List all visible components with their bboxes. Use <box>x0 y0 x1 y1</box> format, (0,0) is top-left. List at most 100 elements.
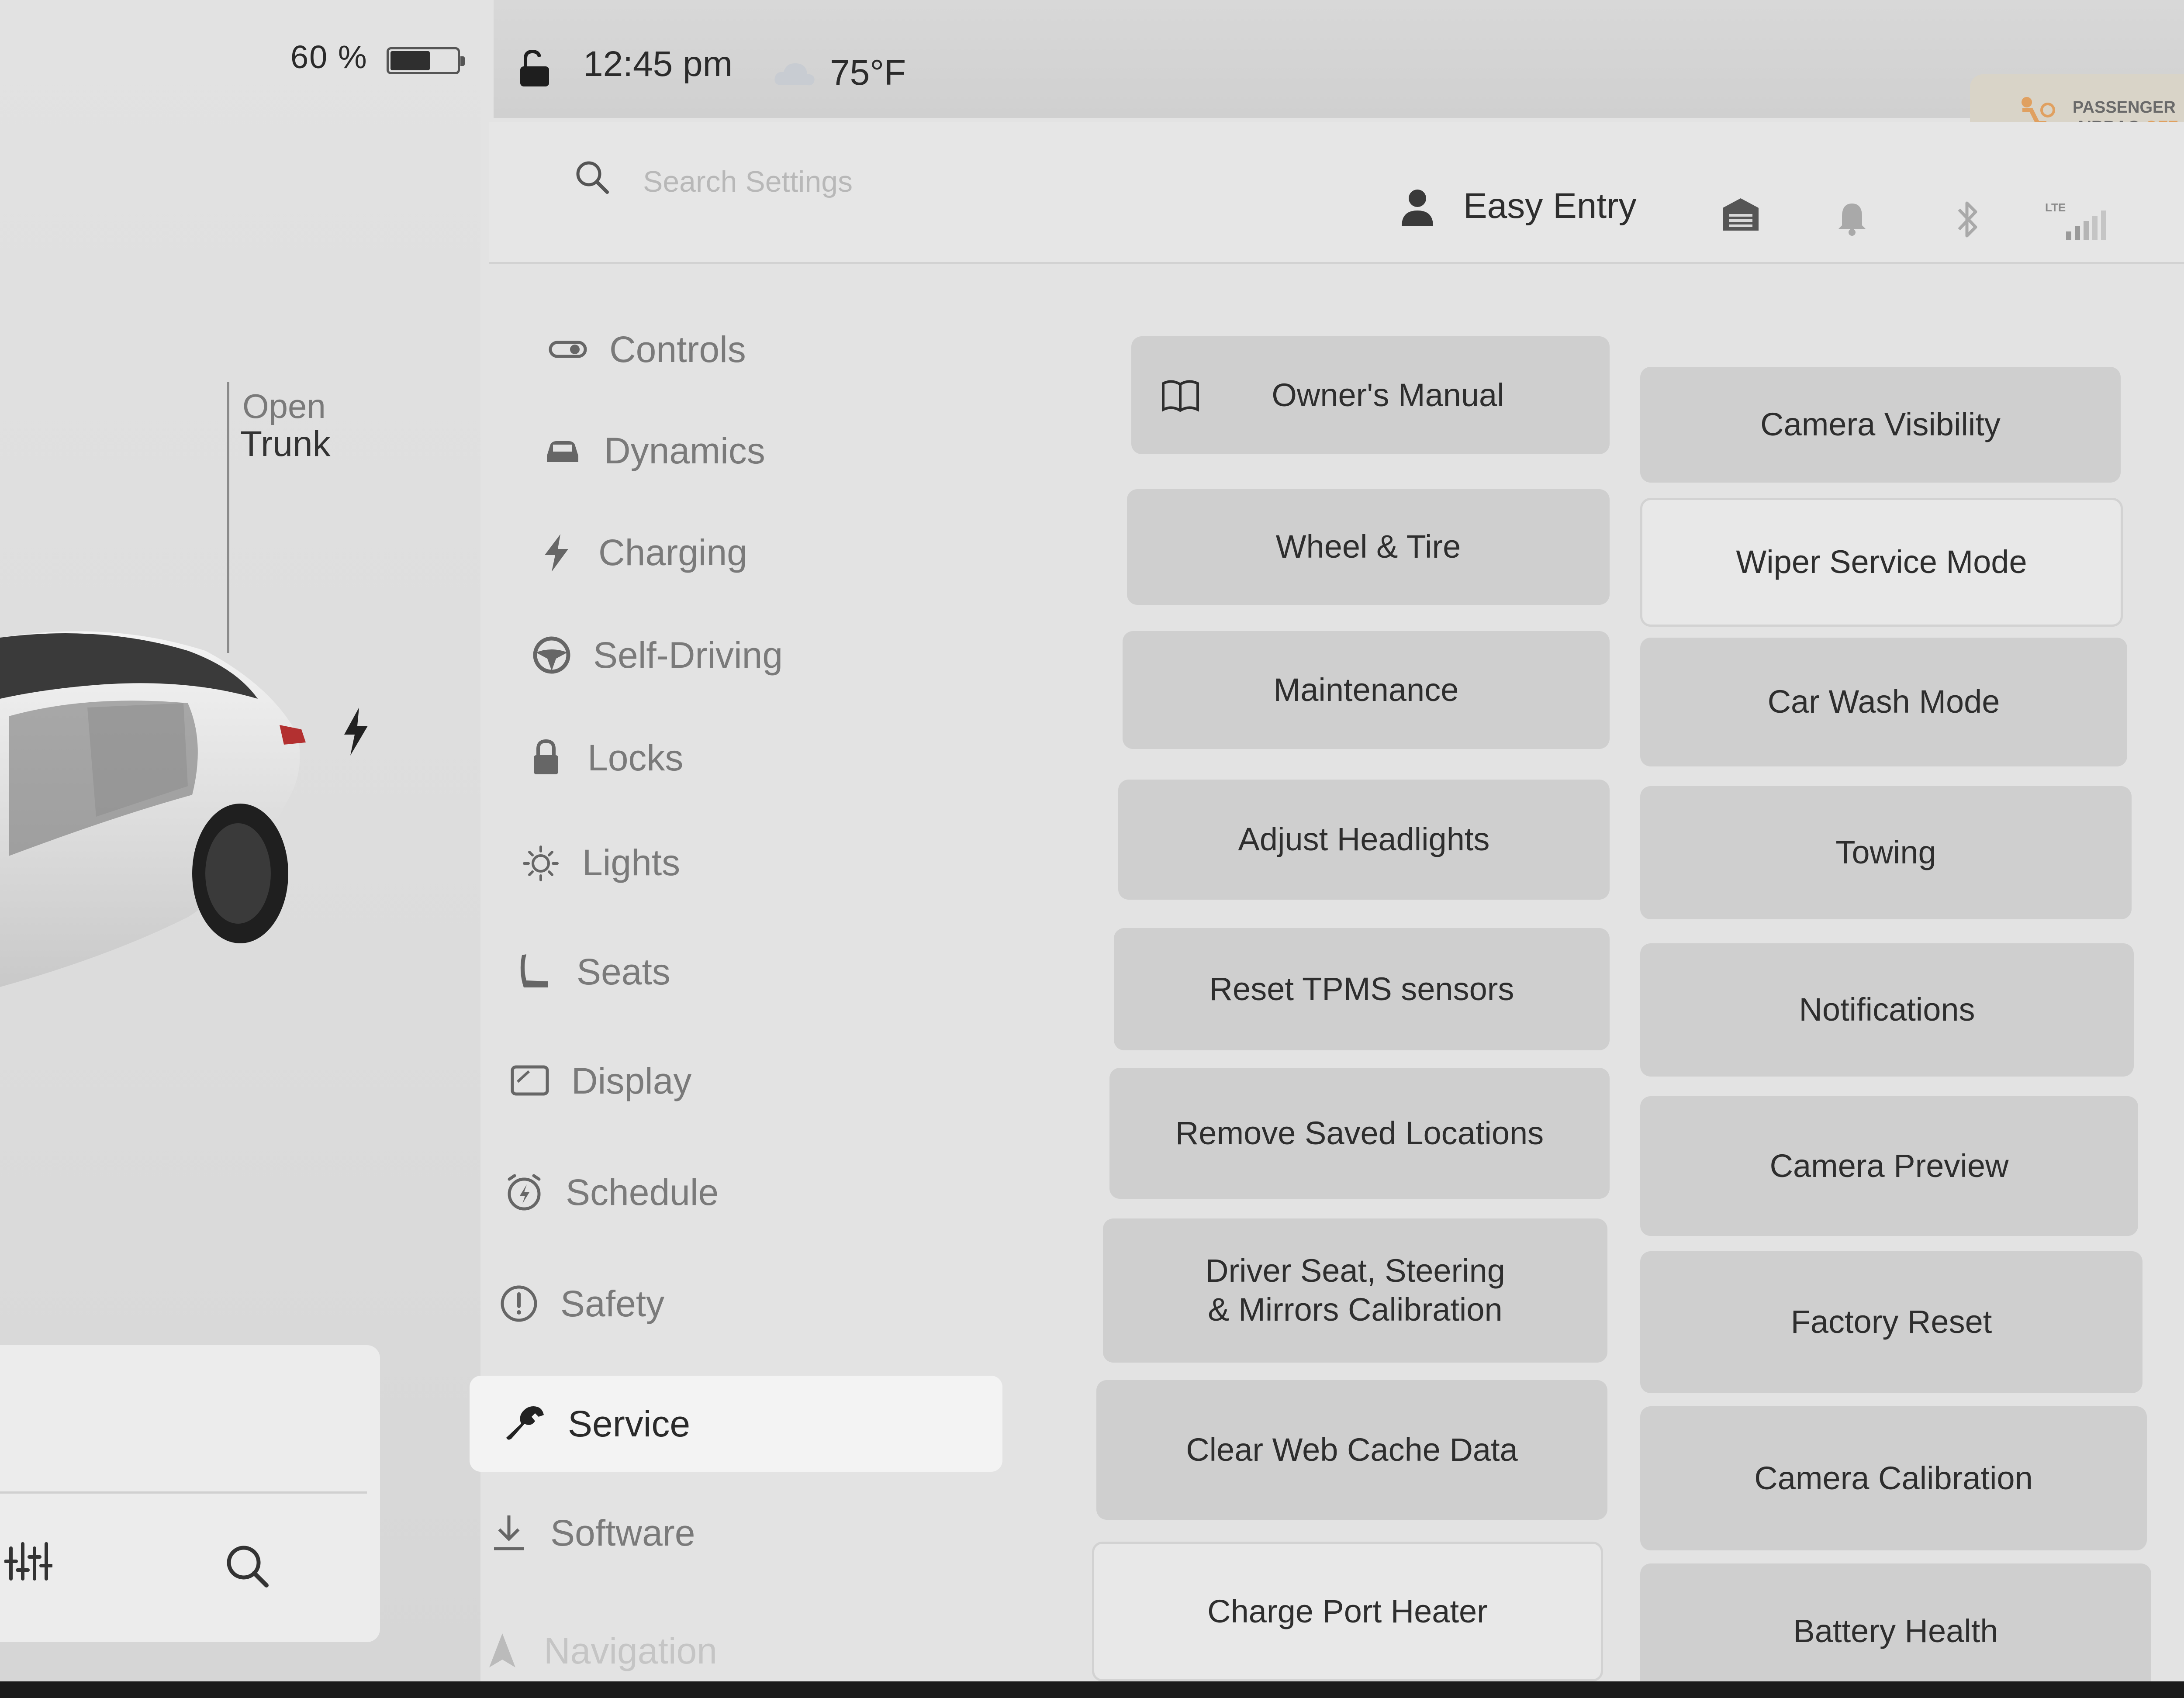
search-settings-input[interactable] <box>642 155 1255 208</box>
car-icon <box>547 441 578 462</box>
nav-item-label: Self-Driving <box>593 634 783 676</box>
nav-item-label: Schedule <box>566 1171 719 1213</box>
schedule-icon <box>508 1174 541 1211</box>
light-icon <box>523 846 559 881</box>
tile-label: Camera Preview <box>1769 1147 2009 1184</box>
tile-label: Charge Port Heater <box>1207 1593 1488 1629</box>
bluetooth-icon[interactable] <box>1955 199 1981 240</box>
tile-label: Reset TPMS sensors <box>1209 970 1514 1007</box>
nav-item-label: Service <box>568 1403 691 1444</box>
seat-icon <box>520 954 548 987</box>
nav-item-controls[interactable]: Controls <box>546 314 1057 384</box>
tile-label: Wiper Service Mode <box>1736 544 2027 580</box>
cellular-signal-icon <box>2066 211 2106 240</box>
nav-item-software[interactable]: Software <box>487 1498 998 1568</box>
battery-percent: 60 % <box>290 39 368 75</box>
charging-bolt-icon <box>344 708 368 756</box>
nav-item-label: Navigation <box>544 1630 717 1671</box>
tile-label: Clear Web Cache Data <box>1186 1431 1518 1468</box>
nav-item-label: Locks <box>587 737 684 778</box>
alert-icon <box>501 1285 537 1322</box>
notification-bell-icon[interactable] <box>1837 201 1867 236</box>
unlocked-icon[interactable] <box>518 49 553 88</box>
nav-item-label: Safety <box>560 1283 665 1324</box>
battery-health-button[interactable]: Battery Health <box>1640 1563 2151 1681</box>
car-wash-mode-button[interactable]: Car Wash Mode <box>1640 638 2127 766</box>
download-icon <box>494 1515 524 1550</box>
car-image <box>0 631 306 987</box>
tile-label: Camera Visibility <box>1760 406 2001 443</box>
tile-label: Factory Reset <box>1790 1304 1992 1340</box>
maintenance-button[interactable]: Maintenance <box>1123 631 1610 749</box>
airbag-label-line1: PASSENGER <box>2073 98 2176 117</box>
touchscreen: 60 % Open Trunk 12:45 pm 75°F PASSENGER … <box>0 0 2184 1681</box>
nav-item-self-driving[interactable]: Self-Driving <box>530 620 1041 690</box>
nav-item-lights[interactable]: Lights <box>519 828 1030 897</box>
nav-item-label: Seats <box>577 951 670 992</box>
nav-item-safety[interactable]: Safety <box>497 1269 1008 1339</box>
camera-visibility-button[interactable]: Camera Visibility <box>1640 367 2121 483</box>
tile-label: Car Wash Mode <box>1767 683 2000 720</box>
toggle-icon <box>549 341 587 358</box>
steering-wheel-icon <box>533 636 570 674</box>
nav-item-service[interactable]: Service <box>470 1376 1002 1472</box>
nav-item-seats[interactable]: Seats <box>513 937 1024 1007</box>
remove-saved-locations-button[interactable]: Remove Saved Locations <box>1109 1068 1610 1199</box>
nav-item-display[interactable]: Display <box>508 1046 1019 1116</box>
camera-preview-button[interactable]: Camera Preview <box>1640 1096 2138 1236</box>
weather-cloud-icon <box>774 63 815 86</box>
nav-item-label: Charging <box>598 531 747 573</box>
driver-profile-name[interactable]: Easy Entry <box>1463 186 1636 227</box>
quick-controls-card <box>0 1345 380 1642</box>
notifications-button[interactable]: Notifications <box>1640 943 2134 1077</box>
bolt-icon <box>545 534 568 572</box>
tile-label: Driver Seat, Steering & Mirrors Calibrat… <box>1205 1253 1505 1328</box>
battery-icon <box>387 47 465 74</box>
car-visualization-panel: 60 % Open Trunk <box>0 0 480 1681</box>
driver-profile-icon[interactable] <box>1400 188 1435 227</box>
navigation-icon <box>489 1633 515 1667</box>
lock-icon <box>534 739 558 774</box>
towing-button[interactable]: Towing <box>1640 786 2132 919</box>
search-icon[interactable] <box>223 1542 271 1590</box>
trunk-label[interactable]: Trunk <box>240 424 331 465</box>
book-icon <box>1162 380 1199 412</box>
nav-item-schedule[interactable]: Schedule <box>502 1157 1013 1227</box>
nav-item-locks[interactable]: Locks <box>524 723 1035 793</box>
camera-calibration-button[interactable]: Camera Calibration <box>1640 1406 2147 1550</box>
reset-tpms-sensors-button[interactable]: Reset TPMS sensors <box>1114 928 1610 1050</box>
tile-label: Camera Calibration <box>1754 1460 2033 1496</box>
outside-temperature: 75°F <box>830 53 906 93</box>
clear-web-cache-data-button[interactable]: Clear Web Cache Data <box>1096 1380 1607 1520</box>
tile-label: Owner's Manual <box>1272 376 1504 413</box>
wrench-icon <box>506 1406 544 1440</box>
tile-label: Maintenance <box>1273 671 1459 708</box>
charge-port-heater-button[interactable]: Charge Port Heater <box>1092 1542 1603 1681</box>
driver-seat-steering-mirrors-calibration-button[interactable]: Driver Seat, Steering & Mirrors Calibrat… <box>1103 1218 1607 1363</box>
nav-item-dynamics[interactable]: Dynamics <box>541 416 1052 486</box>
trunk-open-button[interactable]: Open <box>242 387 326 426</box>
controls-sliders-icon[interactable] <box>4 1537 52 1585</box>
nav-item-label: Dynamics <box>604 430 765 471</box>
tile-label: Wheel & Tire <box>1275 528 1461 565</box>
clock: 12:45 pm <box>583 44 733 84</box>
wiper-service-mode-button[interactable]: Wiper Service Mode <box>1640 498 2123 627</box>
nav-item-charging[interactable]: Charging <box>535 518 1046 587</box>
nav-item-navigation[interactable]: Navigation <box>480 1616 992 1681</box>
tile-label: Notifications <box>1799 991 1975 1028</box>
status-bar <box>494 0 2184 118</box>
owner-s-manual-button[interactable]: Owner's Manual <box>1131 336 1610 454</box>
nav-item-label: Display <box>571 1060 692 1101</box>
search-icon <box>576 161 609 194</box>
factory-reset-button[interactable]: Factory Reset <box>1640 1251 2143 1393</box>
nav-item-label: Controls <box>609 328 746 370</box>
nav-item-label: Lights <box>582 842 681 883</box>
battery-level-fill <box>390 51 430 70</box>
adjust-headlights-button[interactable]: Adjust Headlights <box>1118 780 1610 900</box>
tile-label: Battery Health <box>1793 1612 1998 1649</box>
tile-label: Remove Saved Locations <box>1175 1115 1544 1151</box>
nav-item-label: Software <box>550 1512 695 1553</box>
tile-label: Towing <box>1835 834 1936 871</box>
homelink-garage-icon[interactable] <box>1721 197 1760 231</box>
wheel-tire-button[interactable]: Wheel & Tire <box>1127 489 1610 605</box>
